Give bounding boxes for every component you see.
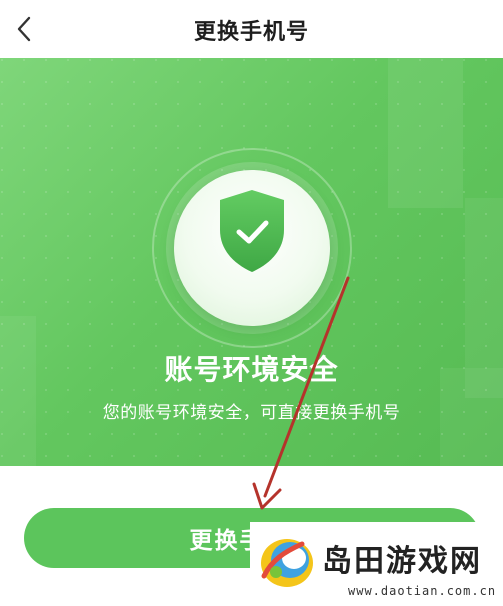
watermark-url: www.daotian.com.cn — [348, 584, 497, 598]
header-bar: 更换手机号 — [0, 0, 503, 58]
shield-check-icon — [220, 190, 284, 272]
status-title: 账号环境安全 — [164, 353, 339, 386]
site-logo-icon — [261, 539, 313, 587]
security-status-panel: 账号环境安全 您的账号环境安全，可直接更换手机号 — [0, 58, 503, 466]
watermark: 岛田游戏网 www.daotian.com.cn — [250, 522, 503, 606]
watermark-name: 岛田游戏网 — [322, 544, 482, 579]
status-description: 您的账号环境安全，可直接更换手机号 — [102, 403, 401, 423]
page-title: 更换手机号 — [193, 20, 309, 45]
